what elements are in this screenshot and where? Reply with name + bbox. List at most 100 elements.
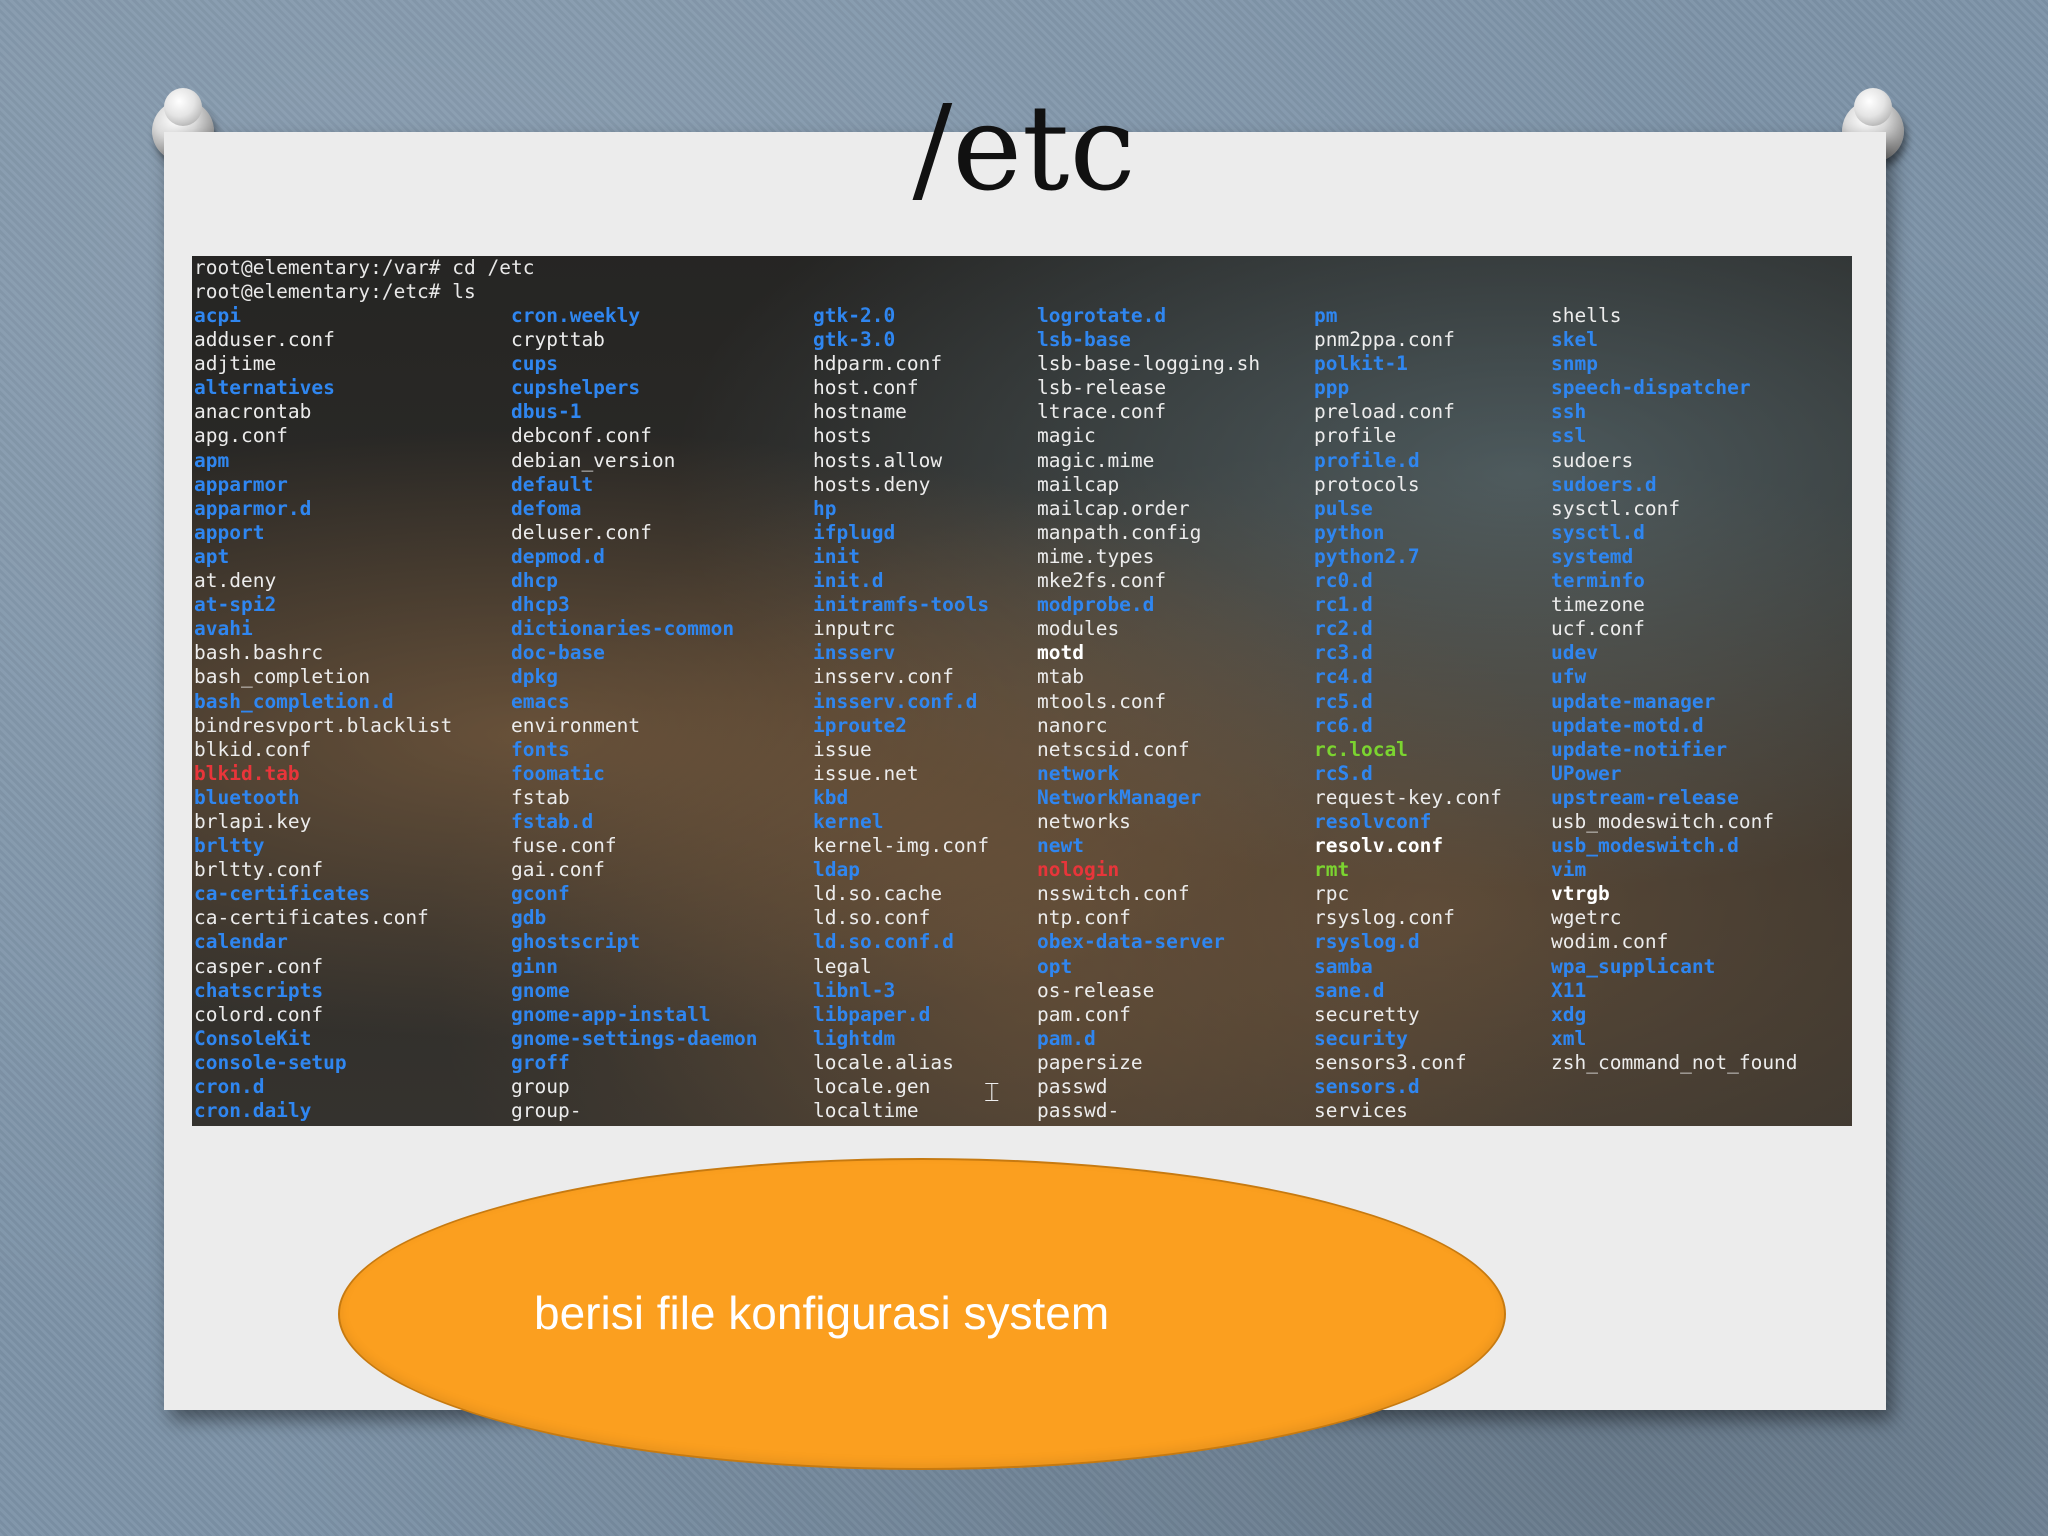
ls-entry: network <box>1037 761 1120 785</box>
ls-entry: crypttab <box>511 328 605 352</box>
ls-entry: ufw <box>1551 665 1587 689</box>
ls-entry: papersize <box>1037 1050 1143 1074</box>
ls-entry: securetty <box>1314 1002 1420 1026</box>
ls-entry: magic <box>1037 424 1096 448</box>
ls-entry: manpath.config <box>1037 520 1202 544</box>
ls-entry: dhcp <box>511 569 558 593</box>
ls-entry: rc1.d <box>1314 593 1373 617</box>
ls-entry: sudoers.d <box>1551 472 1657 496</box>
ls-entry: mtools.conf <box>1037 689 1167 713</box>
ls-entry: mke2fs.conf <box>1037 569 1167 593</box>
ls-entry: hp <box>813 496 837 520</box>
ls-entry: locale.gen <box>813 1075 931 1098</box>
ls-entry: insserv.conf.d <box>813 689 978 713</box>
terminal-command-ls: root@elementary:/etc# ls <box>194 280 476 303</box>
ls-entry: rc2.d <box>1314 617 1373 641</box>
ls-entry: pulse <box>1314 496 1373 520</box>
ls-entry: rmt <box>1314 858 1350 882</box>
ls-entry: locale.alias <box>813 1050 954 1074</box>
ls-entry: polkit-1 <box>1314 352 1408 376</box>
ls-entry: insserv <box>813 641 896 665</box>
ls-entry: lsb-base <box>1037 328 1131 352</box>
ls-entry: debconf.conf <box>511 424 652 448</box>
ls-entry: python <box>1314 520 1385 544</box>
ls-entry: apm <box>194 448 230 472</box>
ls-entry: nanorc <box>1037 713 1108 737</box>
ls-entry: init.d <box>813 569 884 593</box>
ls-entry: fstab <box>511 785 570 809</box>
ls-entry: dpkg <box>511 665 558 689</box>
ls-entry: blkid.conf <box>194 737 312 761</box>
ls-entry: ld.so.cache <box>813 882 943 906</box>
ls-entry: update-manager <box>1551 689 1716 713</box>
ls-entry: udev <box>1551 641 1598 665</box>
ls-entry: sysctl.conf <box>1551 496 1681 520</box>
ls-entry: systemd <box>1551 544 1634 568</box>
ls-entry: hdparm.conf <box>813 352 943 376</box>
ls-entry: passwd <box>1037 1075 1108 1098</box>
terminal-command-cd: root@elementary:/var# cd /etc <box>194 256 535 279</box>
ls-entry: nsswitch.conf <box>1037 882 1190 906</box>
ls-entry: gconf <box>511 882 570 906</box>
ls-entry: pnm2ppa.conf <box>1314 328 1455 352</box>
ls-entry: adduser.conf <box>194 328 335 352</box>
ls-entry: security <box>1314 1026 1408 1050</box>
ls-entry: ppp <box>1314 376 1350 400</box>
ls-entry: vim <box>1551 858 1587 882</box>
ls-entry: sensors3.conf <box>1314 1050 1467 1074</box>
ls-entry: hostname <box>813 400 907 424</box>
ls-entry: samba <box>1314 954 1373 978</box>
ls-entry: emacs <box>511 689 570 713</box>
ls-entry: pm <box>1314 304 1338 327</box>
ls-entry: passwd- <box>1037 1099 1120 1123</box>
ls-entry: skel <box>1551 328 1598 352</box>
ls-entry: colord.conf <box>194 1002 324 1026</box>
ls-entry: gnome <box>511 978 570 1002</box>
ls-entry: chatscripts <box>194 978 324 1002</box>
ls-entry: os-release <box>1037 978 1155 1002</box>
ls-entry: doc-base <box>511 641 605 665</box>
ls-entry: rc5.d <box>1314 689 1373 713</box>
ls-entry: dhcp3 <box>511 593 570 617</box>
ls-entry: localtime <box>813 1099 919 1123</box>
ls-entry: deluser.conf <box>511 520 652 544</box>
ls-entry: lightdm <box>813 1026 896 1050</box>
ls-entry: rc0.d <box>1314 569 1373 593</box>
ls-entry: pam.conf <box>1037 1002 1131 1026</box>
ls-column-4: logrotate.d lsb-base lsb-base-logging.sh ls… <box>1037 304 1260 1123</box>
ls-entry: usb_modeswitch.conf <box>1551 809 1775 833</box>
ls-entry: lsb-release <box>1037 376 1167 400</box>
ls-entry: upstream-release <box>1551 785 1739 809</box>
ls-entry: blkid.tab <box>194 761 300 785</box>
ls-column-2: cron.weekly crypttab cups cupshelpers dbus-1… <box>511 304 758 1123</box>
ls-entry: bash_completion.d <box>194 689 394 713</box>
ls-entry: sensors.d <box>1314 1075 1420 1098</box>
ls-entry: NetworkManager <box>1037 785 1202 809</box>
ls-entry: default <box>511 472 594 496</box>
ls-entry: ghostscript <box>511 930 641 954</box>
ls-entry: profile.d <box>1314 448 1420 472</box>
ls-entry: fonts <box>511 737 570 761</box>
ls-entry: mailcap <box>1037 472 1120 496</box>
ls-entry: libpaper.d <box>813 1002 931 1026</box>
ls-entry: acpi <box>194 304 241 327</box>
ls-entry: ConsoleKit <box>194 1026 312 1050</box>
ls-column-6: shells skel snmp speech-dispatcher ssh ssl sud… <box>1551 304 1798 1075</box>
ls-entry: cron.weekly <box>511 304 641 327</box>
ls-entry: brltty.conf <box>194 858 324 882</box>
ls-entry: newt <box>1037 834 1084 858</box>
ls-entry: initramfs-tools <box>813 593 990 617</box>
ls-entry: sysctl.d <box>1551 520 1645 544</box>
ls-entry: mailcap.order <box>1037 496 1190 520</box>
terminal-screenshot: root@elementary:/var# cd /etc root@eleme… <box>192 256 1852 1126</box>
caption-oval: berisi file konfigurasi system <box>338 1158 1506 1470</box>
ls-entry: usb_modeswitch.d <box>1551 834 1739 858</box>
ls-entry: debian_version <box>511 448 676 472</box>
ls-entry: modprobe.d <box>1037 593 1155 617</box>
ls-entry: lsb-base-logging.sh <box>1037 352 1261 376</box>
ls-entry: rsyslog.d <box>1314 930 1420 954</box>
ls-entry: ifplugd <box>813 520 896 544</box>
ls-entry: at-spi2 <box>194 593 277 617</box>
ls-entry: foomatic <box>511 761 605 785</box>
ls-entry: xml <box>1551 1026 1587 1050</box>
